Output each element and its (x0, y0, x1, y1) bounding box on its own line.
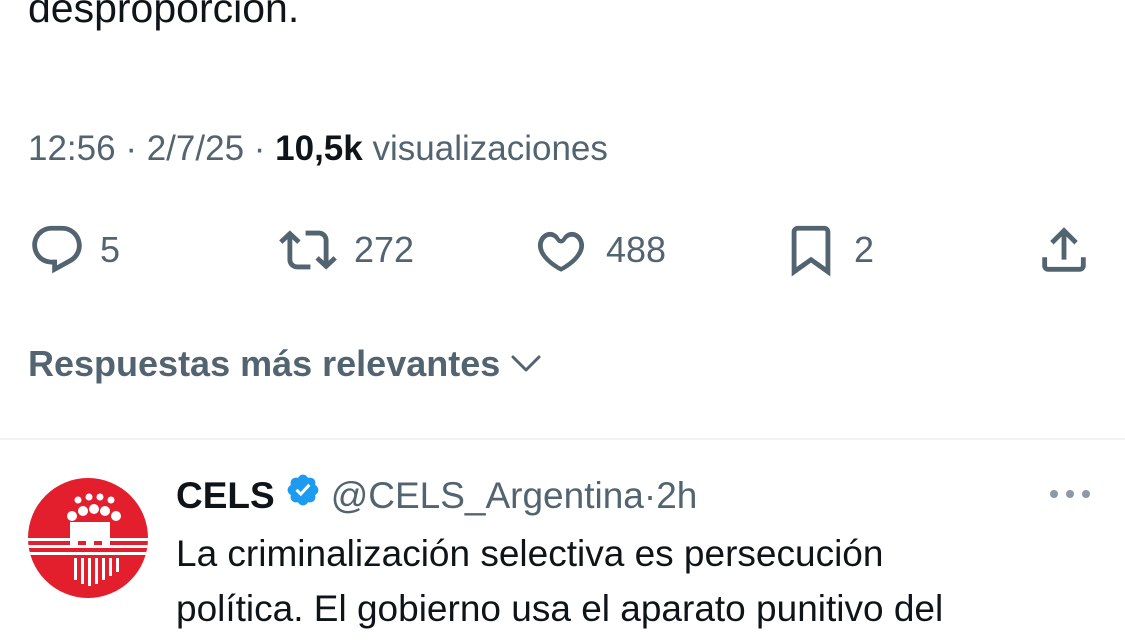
share-icon (1034, 221, 1094, 279)
sort-label: Respuestas más relevantes (28, 343, 501, 384)
heart-icon (530, 221, 592, 279)
views-label[interactable]: visualizaciones (372, 129, 607, 168)
retweet-count: 272 (354, 229, 415, 270)
like-button[interactable]: 488 (530, 220, 666, 280)
retweet-button[interactable]: 272 (276, 220, 414, 280)
retweet-icon (276, 221, 340, 279)
meta-separator: · (125, 129, 147, 168)
bookmark-icon (782, 219, 840, 281)
reply-header: CELS @CELS_Argentina · 2h (176, 472, 697, 519)
meta-separator: · (253, 129, 276, 168)
replies-sort-selector[interactable]: Respuestas más relevantes (28, 343, 542, 385)
reply-text-line: política. El gobierno usa el aparato pun… (176, 588, 944, 629)
bookmark-button[interactable]: 2 (782, 220, 874, 280)
reply-text-line: La criminalización selectiva es persecuc… (176, 533, 884, 574)
share-button[interactable] (1034, 220, 1094, 280)
tweet-text-tail: desproporción. (28, 0, 300, 31)
tweet-time[interactable]: 12:56 (28, 129, 116, 168)
tweet-meta-row: 12:56 · 2/7/25 · 10,5k visualizaciones (28, 127, 608, 171)
avatar[interactable] (28, 478, 148, 598)
reply-body: La criminalización selectiva es persecuc… (176, 526, 1106, 636)
bookmark-count: 2 (854, 229, 875, 270)
reply-count: 5 (100, 229, 121, 270)
reply-button[interactable]: 5 (28, 220, 120, 280)
more-options-icon[interactable] (1046, 486, 1094, 507)
header-separator: · (643, 474, 657, 516)
author-name[interactable]: CELS (176, 473, 275, 519)
verified-badge-icon[interactable] (285, 472, 321, 519)
reply-tweet[interactable]: CELS @CELS_Argentina · 2h La criminaliza… (0, 440, 1125, 640)
views-count[interactable]: 10,5k (275, 129, 363, 168)
author-handle[interactable]: @CELS_Argentina (331, 473, 644, 519)
action-bar: 5 272 488 2 (0, 220, 1125, 280)
tweet-date[interactable]: 2/7/25 (147, 129, 244, 168)
like-count: 488 (606, 229, 667, 270)
reply-time[interactable]: 2h (656, 473, 697, 519)
reply-icon (28, 221, 86, 279)
chevron-down-icon (500, 343, 542, 385)
